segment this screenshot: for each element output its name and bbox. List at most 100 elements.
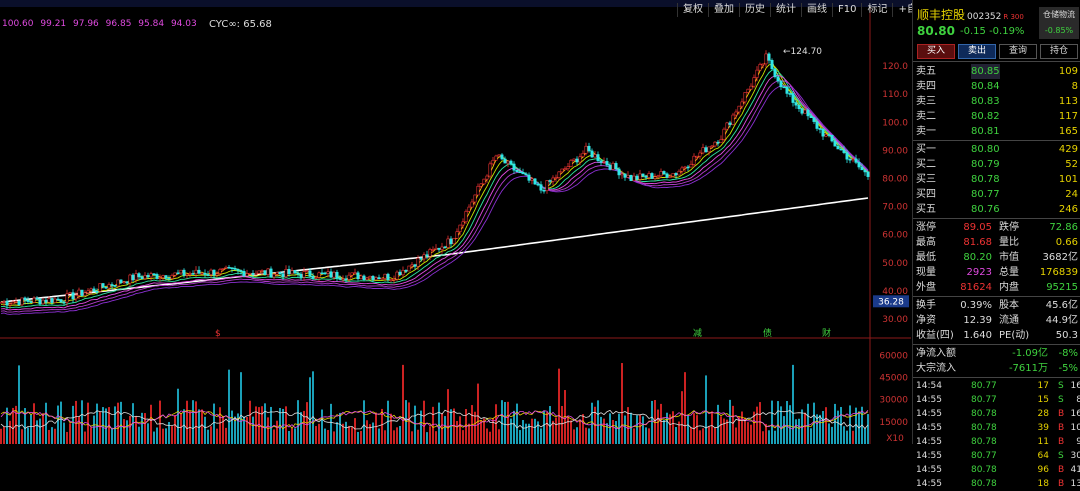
candle — [185, 273, 189, 276]
candle — [818, 128, 822, 130]
candle — [713, 141, 717, 147]
order-volume: 429 — [1058, 144, 1078, 155]
draw-line-button[interactable]: 画线 — [801, 3, 832, 17]
volume-bar — [630, 412, 632, 444]
candle — [776, 76, 780, 82]
candle — [548, 180, 552, 182]
sell-button[interactable]: 卖出 — [958, 44, 996, 59]
sector-tag[interactable]: 仓储物流 -0.85% — [1039, 7, 1079, 39]
buy-order-row[interactable]: 买二 80.79 52 — [916, 157, 1078, 172]
volume-bar — [867, 414, 869, 444]
volume-ma-line — [0, 409, 869, 430]
volume-bar — [93, 415, 95, 444]
volume-bar — [111, 427, 113, 444]
candle — [101, 283, 105, 288]
position-button[interactable]: 持仓 — [1040, 44, 1078, 59]
kline-chart[interactable]: 120.0 110.0 100.0 90.00 80.00 70.00 60.00 50.00… — [0, 8, 911, 444]
candle — [371, 275, 375, 281]
tick-price: 80.77 — [971, 395, 997, 405]
order-price: 80.77 — [971, 189, 1000, 200]
candle — [545, 180, 549, 191]
volume-bar — [327, 430, 329, 444]
volume-bar — [90, 427, 92, 444]
candle — [398, 271, 402, 276]
candle — [287, 269, 291, 275]
event-marker[interactable]: $ — [215, 329, 221, 339]
buy-order-row[interactable]: 买五 80.76 246 — [916, 202, 1078, 217]
volume-bar — [69, 423, 71, 444]
volume-bar — [534, 418, 536, 444]
buy-order-row[interactable]: 买三 80.78 101 — [916, 172, 1078, 187]
candle — [392, 278, 396, 281]
history-button[interactable]: 历史 — [739, 3, 770, 17]
volume-bar — [504, 401, 506, 444]
candle — [293, 270, 297, 274]
restore-rights-button[interactable]: 复权 — [677, 3, 708, 17]
volume-bar — [318, 423, 320, 444]
statistics-button[interactable]: 统计 — [770, 3, 801, 17]
event-marker[interactable]: 债 — [763, 327, 772, 339]
volume-bar — [135, 416, 137, 444]
query-button[interactable]: 查询 — [999, 44, 1037, 59]
volume-bar — [468, 423, 470, 444]
sell-order-row[interactable]: 卖三 80.83 113 — [916, 94, 1078, 109]
buy-order-row[interactable]: 买一 80.80 429 — [916, 142, 1078, 157]
volume-bar — [552, 420, 554, 444]
f10-button[interactable]: F10 — [832, 3, 861, 17]
volume-bar — [126, 420, 128, 444]
kline-chart-area[interactable]: 120.0 110.0 100.0 90.00 80.00 70.00 60.00 50.00… — [0, 8, 911, 444]
volume-bar — [522, 420, 524, 444]
buy-button[interactable]: 买入 — [917, 44, 955, 59]
volume-bar — [399, 425, 401, 444]
candle — [695, 155, 699, 158]
volume-bar — [312, 371, 314, 444]
candle — [800, 108, 804, 114]
volume-bar — [642, 416, 644, 444]
volume-bar — [156, 427, 158, 444]
volume-axis-label: 45000 — [879, 374, 908, 384]
candle — [356, 272, 360, 280]
order-label: 卖四 — [916, 81, 936, 92]
candle — [704, 147, 708, 153]
candle — [5, 301, 9, 306]
buy-order-row[interactable]: 买四 80.77 24 — [916, 187, 1078, 202]
sell-order-row[interactable]: 卖一 80.81 165 — [916, 124, 1078, 139]
candle — [395, 271, 399, 280]
candle — [788, 93, 792, 95]
volume-bar — [570, 420, 572, 444]
candle — [389, 279, 393, 281]
volume-bar — [276, 420, 278, 444]
candle — [218, 269, 222, 274]
candle — [842, 149, 846, 153]
candle — [332, 271, 336, 278]
candle — [221, 268, 225, 270]
sell-order-row[interactable]: 卖五 80.85 109 — [916, 64, 1078, 79]
candle — [275, 272, 279, 275]
tick-price: 80.77 — [971, 451, 997, 461]
volume-bar — [744, 417, 746, 444]
quote-key: 换手 — [916, 300, 936, 311]
candle — [338, 277, 342, 280]
volume-bar — [417, 429, 419, 444]
sell-order-row[interactable]: 卖四 80.84 8 — [916, 79, 1078, 94]
candle — [578, 156, 582, 163]
candle — [761, 63, 765, 66]
quote-key: 股本 — [999, 300, 1019, 311]
candle — [431, 249, 435, 251]
volume-bar — [591, 402, 593, 444]
sell-order-row[interactable]: 卖二 80.82 117 — [916, 109, 1078, 124]
overlay-button[interactable]: 叠加 — [708, 3, 739, 17]
order-price: 80.83 — [971, 96, 1000, 107]
order-label: 买五 — [916, 204, 936, 215]
event-marker[interactable]: 财 — [822, 327, 831, 339]
volume-bar — [27, 427, 29, 444]
candle — [506, 160, 510, 164]
event-marker[interactable]: 减 — [693, 327, 702, 339]
volume-bar — [648, 428, 650, 444]
order-price: 80.79 — [971, 159, 1000, 170]
volume-bar — [3, 426, 5, 444]
candle — [341, 278, 345, 281]
mark-button[interactable]: 标记 — [861, 3, 892, 17]
candle — [497, 154, 501, 157]
candle — [566, 166, 570, 170]
